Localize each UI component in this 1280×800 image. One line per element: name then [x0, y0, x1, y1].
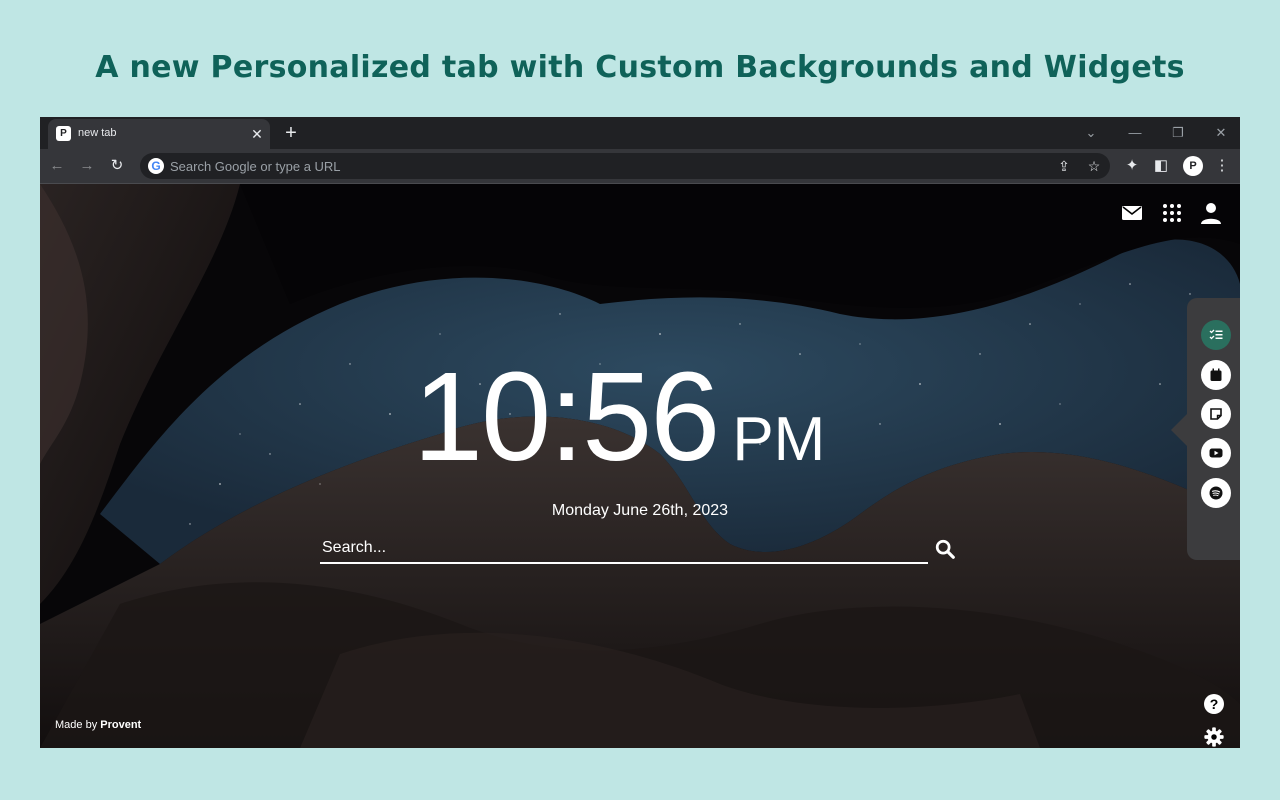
- tab-close-icon[interactable]: ✕: [248, 125, 266, 143]
- browser-toolbar: ← → ↻ G Search Google or type a URL ⇪ ☆ …: [40, 149, 1240, 184]
- share-icon[interactable]: ⇪: [1054, 156, 1074, 176]
- widget-panel: [1187, 298, 1240, 560]
- todo-icon: [1209, 329, 1223, 340]
- calendar-icon: [1210, 368, 1222, 381]
- youtube-widget-button[interactable]: [1201, 438, 1231, 468]
- mail-icon[interactable]: [1120, 201, 1144, 225]
- notes-widget-button[interactable]: [1201, 399, 1231, 429]
- search-input[interactable]: [320, 536, 924, 560]
- restore-icon[interactable]: ❐: [1168, 123, 1188, 143]
- tab-new-tab[interactable]: P new tab ✕: [48, 119, 270, 149]
- footer-credit-brand[interactable]: Provent: [100, 719, 141, 731]
- address-bar-placeholder: Search Google or type a URL: [170, 159, 341, 174]
- clock-widget: 10:56 PM: [413, 344, 825, 489]
- spotify-icon: [1209, 486, 1223, 500]
- browser-window: P new tab ✕ + ⌄ — ❐ ✕ ← → ↻ G Search Goo…: [40, 117, 1240, 748]
- widget-panel-notch: [1171, 414, 1187, 446]
- tab-title: new tab: [78, 127, 117, 139]
- footer-credit-prefix: Made by: [55, 719, 101, 731]
- minimize-icon[interactable]: —: [1125, 123, 1145, 143]
- new-tab-page: 10:56 PM Monday June 26th, 2023 Search..…: [40, 184, 1240, 748]
- forward-icon[interactable]: →: [77, 156, 97, 176]
- help-icon[interactable]: ?: [1204, 694, 1224, 714]
- todo-widget-button[interactable]: [1201, 320, 1231, 350]
- promo-headline: A new Personalized tab with Custom Backg…: [95, 50, 1185, 85]
- google-icon: G: [148, 158, 164, 174]
- new-tab-button[interactable]: +: [280, 122, 302, 144]
- side-panel-icon[interactable]: ◧: [1151, 156, 1171, 176]
- youtube-icon: [1209, 448, 1223, 458]
- sticky-note-icon: [1210, 408, 1222, 420]
- menu-kebab-icon[interactable]: ⋮: [1212, 156, 1232, 176]
- provent-favicon-icon: P: [56, 126, 71, 141]
- account-icon[interactable]: [1199, 201, 1223, 225]
- apps-grid-icon[interactable]: [1160, 201, 1184, 225]
- back-icon[interactable]: ←: [47, 156, 67, 176]
- date-label: Monday June 26th, 2023: [551, 502, 729, 519]
- calendar-widget-button[interactable]: [1201, 360, 1231, 390]
- search-icon[interactable]: [934, 538, 956, 560]
- spotify-widget-button[interactable]: [1201, 478, 1231, 508]
- address-bar[interactable]: G Search Google or type a URL ⇪ ☆: [140, 153, 1110, 179]
- tab-bar: P new tab ✕ + ⌄ — ❐ ✕: [40, 117, 1240, 149]
- extensions-icon[interactable]: ✦: [1122, 156, 1142, 176]
- close-window-icon[interactable]: ✕: [1211, 123, 1231, 143]
- footer-credit: Made by Provent: [55, 719, 141, 731]
- tab-search-icon[interactable]: ⌄: [1081, 123, 1101, 143]
- reload-icon[interactable]: ↻: [107, 156, 127, 176]
- profile-avatar[interactable]: P: [1183, 156, 1203, 176]
- clock-ampm: PM: [732, 405, 826, 474]
- clock-time: 10:56: [413, 346, 720, 487]
- bookmark-star-icon[interactable]: ☆: [1084, 156, 1104, 176]
- search-bar: [320, 536, 928, 564]
- gear-icon[interactable]: [1203, 726, 1225, 748]
